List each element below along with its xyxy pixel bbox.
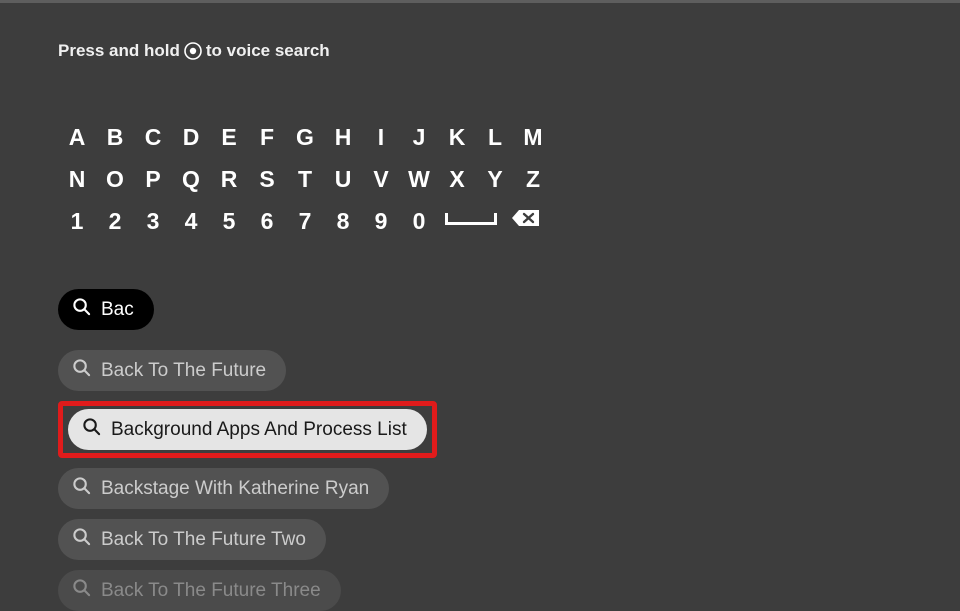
- key-r[interactable]: R: [210, 165, 248, 193]
- key-m[interactable]: M: [514, 123, 552, 151]
- key-e[interactable]: E: [210, 123, 248, 151]
- key-f[interactable]: F: [248, 123, 286, 151]
- key-1[interactable]: 1: [58, 207, 96, 235]
- suggestion-item[interactable]: Background Apps And Process List: [68, 409, 427, 450]
- search-icon: [82, 417, 101, 442]
- search-icon: [72, 476, 91, 501]
- key-d[interactable]: D: [172, 123, 210, 151]
- key-a[interactable]: A: [58, 123, 96, 151]
- search-query-text: Bac: [101, 299, 134, 321]
- key-w[interactable]: W: [400, 165, 438, 193]
- key-8[interactable]: 8: [324, 207, 362, 235]
- key-6[interactable]: 6: [248, 207, 286, 235]
- key-u[interactable]: U: [324, 165, 362, 193]
- key-0[interactable]: 0: [400, 207, 438, 235]
- suggestion-label: Back To The Future Two: [101, 529, 306, 551]
- search-suggestions: Bac Back To The Future Background Apps An…: [58, 289, 902, 611]
- suggestion-label: Background Apps And Process List: [111, 419, 407, 441]
- key-h[interactable]: H: [324, 123, 362, 151]
- keyboard-row-2: NOPQRSTUVWXYZ: [58, 165, 902, 193]
- key-x[interactable]: X: [438, 165, 476, 193]
- key-7[interactable]: 7: [286, 207, 324, 235]
- suggestion-label: Back To The Future Three: [101, 580, 321, 602]
- search-icon: [72, 358, 91, 383]
- key-2[interactable]: 2: [96, 207, 134, 235]
- voice-search-hint: Press and hold to voice search: [58, 41, 902, 61]
- suggestion-item[interactable]: Back To The Future Three: [58, 570, 341, 611]
- suggestion-item[interactable]: Back To The Future Two: [58, 519, 326, 560]
- microphone-icon: [184, 42, 202, 60]
- keyboard-row-3: 1234567890: [58, 207, 902, 235]
- key-k[interactable]: K: [438, 123, 476, 151]
- key-j[interactable]: J: [400, 123, 438, 151]
- key-v[interactable]: V: [362, 165, 400, 193]
- key-t[interactable]: T: [286, 165, 324, 193]
- search-icon: [72, 578, 91, 603]
- key-p[interactable]: P: [134, 165, 172, 193]
- key-g[interactable]: G: [286, 123, 324, 151]
- suggestion-list: Back To The Future Background Apps And Pr…: [58, 350, 437, 611]
- suggestion-item[interactable]: Backstage With Katherine Ryan: [58, 468, 389, 509]
- key-c[interactable]: C: [134, 123, 172, 151]
- search-query-pill[interactable]: Bac: [58, 289, 154, 330]
- suggestion-label: Backstage With Katherine Ryan: [101, 478, 369, 500]
- suggestion-item[interactable]: Back To The Future: [58, 350, 286, 391]
- key-4[interactable]: 4: [172, 207, 210, 235]
- key-space[interactable]: [441, 207, 501, 231]
- hint-suffix: to voice search: [206, 41, 330, 61]
- key-s[interactable]: S: [248, 165, 286, 193]
- onscreen-keyboard: ABCDEFGHIJKLM NOPQRSTUVWXYZ 1234567890: [58, 123, 902, 235]
- key-b[interactable]: B: [96, 123, 134, 151]
- key-n[interactable]: N: [58, 165, 96, 193]
- key-o[interactable]: O: [96, 165, 134, 193]
- search-icon: [72, 297, 91, 322]
- search-icon: [72, 527, 91, 552]
- key-z[interactable]: Z: [514, 165, 552, 193]
- suggestion-highlight-box: Background Apps And Process List: [58, 401, 437, 458]
- suggestion-label: Back To The Future: [101, 360, 266, 382]
- key-9[interactable]: 9: [362, 207, 400, 235]
- key-3[interactable]: 3: [134, 207, 172, 235]
- hint-prefix: Press and hold: [58, 41, 180, 61]
- key-y[interactable]: Y: [476, 165, 514, 193]
- keyboard-row-1: ABCDEFGHIJKLM: [58, 123, 902, 151]
- key-i[interactable]: I: [362, 123, 400, 151]
- key-l[interactable]: L: [476, 123, 514, 151]
- key-5[interactable]: 5: [210, 207, 248, 235]
- key-q[interactable]: Q: [172, 165, 210, 193]
- key-backspace[interactable]: [508, 207, 544, 229]
